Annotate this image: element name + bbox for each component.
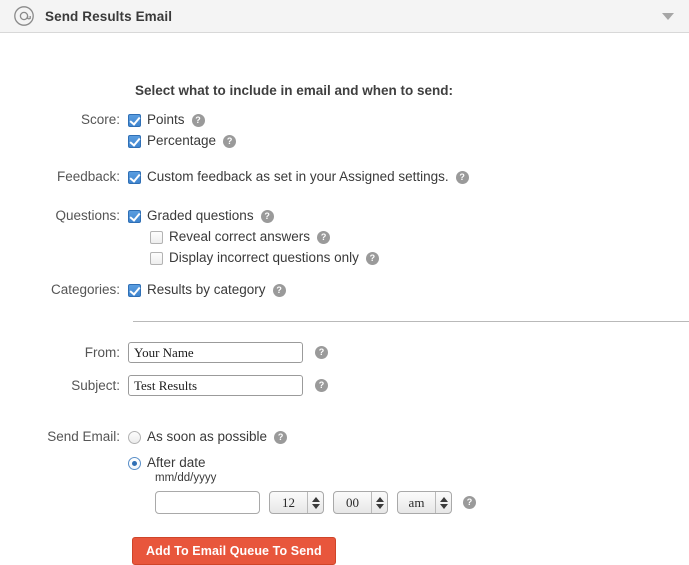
minute-select[interactable]: 00 bbox=[333, 491, 388, 514]
field-label-send-email: Send Email: bbox=[0, 428, 128, 446]
help-icon[interactable]: ? bbox=[366, 252, 379, 265]
option-label: Percentage bbox=[147, 132, 216, 150]
radio-as-soon-as-possible[interactable] bbox=[128, 431, 141, 444]
caret-down-icon bbox=[312, 504, 320, 509]
caret-down-icon bbox=[440, 504, 448, 509]
option-points[interactable]: Points ? bbox=[128, 111, 236, 129]
option-label: Points bbox=[147, 111, 185, 129]
option-label: Results by category bbox=[147, 281, 266, 299]
minute-value: 00 bbox=[334, 492, 371, 513]
field-label-subject: Subject: bbox=[0, 377, 128, 395]
hour-select[interactable]: 12 bbox=[269, 491, 324, 514]
field-group-questions: Questions: Graded questions ? Reveal cor… bbox=[0, 207, 379, 267]
help-icon[interactable]: ? bbox=[315, 346, 328, 359]
caret-up-icon bbox=[440, 497, 448, 502]
field-row-subject: Subject: ? bbox=[0, 375, 328, 396]
option-results-by-category[interactable]: Results by category ? bbox=[128, 281, 286, 299]
option-label: Reveal correct answers bbox=[169, 228, 310, 246]
at-sign-icon bbox=[12, 4, 36, 28]
option-custom-feedback[interactable]: Custom feedback as set in your Assigned … bbox=[128, 168, 469, 186]
field-group-categories: Categories: Results by category ? bbox=[0, 281, 286, 299]
help-icon[interactable]: ? bbox=[456, 171, 469, 184]
option-label: Graded questions bbox=[147, 207, 254, 225]
field-group-send-email: Send Email: As soon as possible ? After … bbox=[0, 428, 287, 472]
group-label-questions: Questions: bbox=[0, 207, 128, 225]
option-label: As soon as possible bbox=[147, 428, 267, 446]
date-format-hint: mm/dd/yyyy bbox=[155, 472, 216, 484]
caret-up-icon bbox=[376, 497, 384, 502]
group-options-questions: Graded questions ? Reveal correct answer… bbox=[128, 207, 379, 267]
stepper-arrows-icon[interactable] bbox=[371, 492, 387, 513]
group-label-feedback: Feedback: bbox=[0, 168, 128, 186]
checkbox-reveal-correct-answers[interactable] bbox=[150, 231, 163, 244]
help-icon[interactable]: ? bbox=[192, 114, 205, 127]
radio-option-after-date[interactable]: After date bbox=[128, 454, 287, 472]
option-graded-questions[interactable]: Graded questions ? bbox=[128, 207, 379, 225]
field-group-score: Score: Points ? Percentage ? bbox=[0, 111, 236, 150]
option-percentage[interactable]: Percentage ? bbox=[128, 132, 236, 150]
send-email-options: As soon as possible ? After date bbox=[128, 428, 287, 472]
from-input[interactable] bbox=[128, 342, 303, 363]
help-icon[interactable]: ? bbox=[317, 231, 330, 244]
option-display-incorrect-only[interactable]: Display incorrect questions only ? bbox=[128, 249, 379, 267]
stepper-arrows-icon[interactable] bbox=[435, 492, 451, 513]
field-group-feedback: Feedback: Custom feedback as set in your… bbox=[0, 168, 469, 186]
help-icon[interactable]: ? bbox=[463, 496, 476, 509]
radio-after-date[interactable] bbox=[128, 457, 141, 470]
page-title: Send Results Email bbox=[45, 9, 172, 24]
chevron-down-icon[interactable] bbox=[657, 5, 679, 27]
group-options-score: Points ? Percentage ? bbox=[128, 111, 236, 150]
help-icon[interactable]: ? bbox=[261, 210, 274, 223]
checkbox-custom-feedback[interactable] bbox=[128, 171, 141, 184]
group-options-categories: Results by category ? bbox=[128, 281, 286, 299]
caret-glyph bbox=[662, 13, 674, 20]
option-reveal-correct-answers[interactable]: Reveal correct answers ? bbox=[128, 228, 379, 246]
meridiem-select[interactable]: am bbox=[397, 491, 452, 514]
help-icon[interactable]: ? bbox=[223, 135, 236, 148]
checkbox-results-by-category[interactable] bbox=[128, 284, 141, 297]
section-heading: Select what to include in email and when… bbox=[135, 83, 453, 98]
option-label: Display incorrect questions only bbox=[169, 249, 359, 267]
field-row-from: From: ? bbox=[0, 342, 328, 363]
field-label-from: From: bbox=[0, 344, 128, 362]
stepper-arrows-icon[interactable] bbox=[307, 492, 323, 513]
checkbox-display-incorrect-only[interactable] bbox=[150, 252, 163, 265]
group-label-categories: Categories: bbox=[0, 281, 128, 299]
panel-header[interactable]: Send Results Email bbox=[0, 0, 689, 33]
option-label: After date bbox=[147, 454, 206, 472]
date-input[interactable] bbox=[155, 491, 260, 514]
group-label-score: Score: bbox=[0, 111, 128, 129]
checkbox-percentage[interactable] bbox=[128, 135, 141, 148]
option-label: Custom feedback as set in your Assigned … bbox=[147, 168, 449, 186]
meridiem-value: am bbox=[398, 492, 435, 513]
add-to-email-queue-button[interactable]: Add To Email Queue To Send bbox=[132, 537, 336, 565]
help-icon[interactable]: ? bbox=[274, 431, 287, 444]
help-icon[interactable]: ? bbox=[315, 379, 328, 392]
subject-input[interactable] bbox=[128, 375, 303, 396]
section-divider bbox=[133, 321, 689, 322]
checkbox-points[interactable] bbox=[128, 114, 141, 127]
group-options-feedback: Custom feedback as set in your Assigned … bbox=[128, 168, 469, 186]
help-icon[interactable]: ? bbox=[273, 284, 286, 297]
hour-value: 12 bbox=[270, 492, 307, 513]
checkbox-graded-questions[interactable] bbox=[128, 210, 141, 223]
caret-up-icon bbox=[312, 497, 320, 502]
caret-down-icon bbox=[376, 504, 384, 509]
radio-option-asap[interactable]: As soon as possible ? bbox=[128, 428, 287, 446]
datetime-controls: 12 00 am ? bbox=[155, 491, 476, 514]
